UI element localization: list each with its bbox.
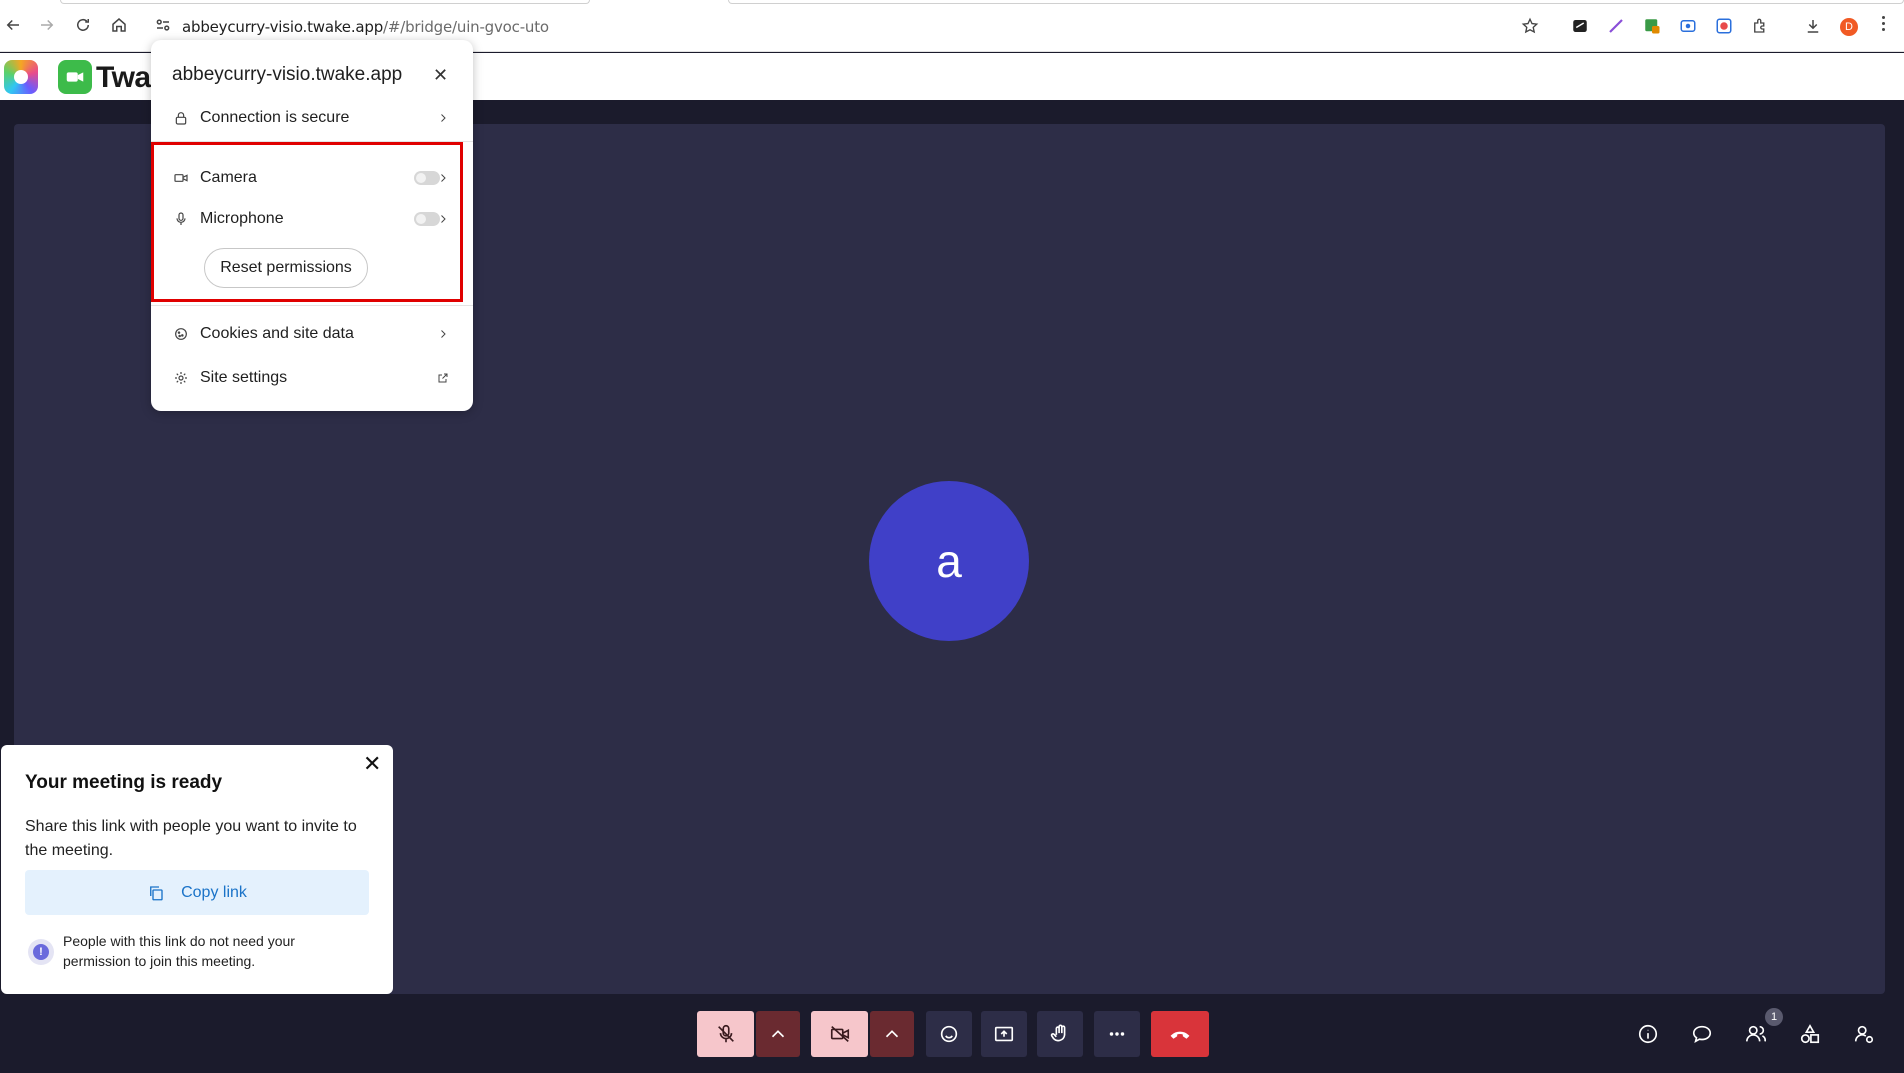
panel-description: Share this link with people you want to …	[25, 818, 357, 859]
site-settings-label: Site settings	[200, 369, 288, 386]
popup-close-button[interactable]: ✕	[433, 66, 448, 84]
url-path: /#/bridge/uin-gvoc-uto	[383, 18, 549, 36]
site-info-icon[interactable]	[152, 14, 174, 36]
participants-icon[interactable]	[1743, 1021, 1769, 1047]
connection-row[interactable]: Connection is secure	[172, 106, 452, 130]
cookies-row[interactable]: Cookies and site data	[172, 322, 452, 346]
copy-link-button[interactable]: Copy link	[25, 870, 369, 915]
raise-hand-button[interactable]	[1037, 1011, 1083, 1057]
microphone-label: Microphone	[200, 210, 284, 227]
tab-edge	[728, 0, 1904, 4]
chevron-right-icon	[434, 325, 452, 343]
copy-link-label: Copy link	[181, 883, 247, 901]
share-screen-button[interactable]	[981, 1011, 1027, 1057]
browser-menu-icon[interactable]	[1882, 16, 1885, 31]
camera-off-icon	[830, 1026, 849, 1042]
screenshot-extension-icon[interactable]	[1714, 16, 1734, 36]
hand-icon	[1050, 1024, 1066, 1042]
screen-share-icon	[994, 1026, 1014, 1042]
camera-label: Camera	[200, 169, 257, 186]
microphone-off-icon	[717, 1024, 734, 1043]
meeting-ready-panel: Your meeting is ready ✕ Share this link …	[1, 745, 393, 994]
microphone-permission-row[interactable]: Microphone	[172, 207, 452, 231]
reset-permissions-button[interactable]: Reset permissions	[204, 248, 368, 288]
panel-title: Your meeting is ready	[25, 772, 223, 793]
cookie-icon	[172, 325, 190, 343]
copy-icon	[150, 885, 163, 900]
phone-hangup-icon	[1170, 1031, 1190, 1039]
site-settings-row[interactable]: Site settings	[172, 366, 452, 390]
microphone-muted-button[interactable]	[697, 1011, 754, 1057]
smiley-icon	[940, 1025, 958, 1043]
download-icon[interactable]	[1803, 16, 1823, 36]
url-host: abbeycurry-visio.twake.app	[182, 18, 384, 36]
meeting-info-icon[interactable]	[1635, 1021, 1661, 1047]
forward-icon[interactable]	[36, 14, 58, 36]
lock-icon	[172, 109, 190, 127]
camera-icon	[172, 169, 190, 187]
tab-edge	[60, 0, 590, 4]
popup-host: abbeycurry-visio.twake.app	[172, 64, 403, 85]
chevron-right-icon	[434, 210, 452, 228]
cookies-label: Cookies and site data	[200, 325, 354, 342]
app-launcher-logo[interactable]	[4, 60, 38, 94]
microphone-icon	[172, 210, 190, 228]
camera-off-button[interactable]	[811, 1011, 868, 1057]
panel-close-button[interactable]: ✕	[363, 753, 381, 775]
admin-user-icon[interactable]	[1851, 1021, 1877, 1047]
permission-note: People with this link do not need your p…	[63, 933, 295, 969]
gear-icon	[172, 369, 190, 387]
site-info-popup: abbeycurry-visio.twake.app ✕ Connection …	[151, 40, 473, 411]
participant-avatar: a	[869, 481, 1029, 641]
more-dots-icon	[1109, 1032, 1125, 1036]
popup-divider	[151, 305, 473, 306]
profile-avatar[interactable]: D	[1840, 18, 1858, 36]
chat-icon[interactable]	[1689, 1021, 1715, 1047]
back-icon[interactable]	[2, 14, 24, 36]
connection-label: Connection is secure	[200, 109, 350, 126]
chevron-right-icon	[434, 109, 452, 127]
sheet-extension-icon[interactable]	[1642, 16, 1662, 36]
chevron-up-icon	[885, 1030, 899, 1038]
camera-permission-row[interactable]: Camera	[172, 166, 452, 190]
capture-extension-icon[interactable]	[1678, 16, 1698, 36]
twake-camera-icon	[58, 60, 92, 94]
more-options-button[interactable]	[1094, 1011, 1140, 1057]
participant-count-badge: 1	[1765, 1008, 1783, 1026]
hang-up-button[interactable]	[1151, 1011, 1209, 1057]
microphone-options-button[interactable]	[756, 1011, 800, 1057]
camera-options-button[interactable]	[870, 1011, 914, 1057]
info-symbol: !	[33, 944, 49, 960]
app-name: Twal	[96, 61, 159, 94]
chevron-right-icon	[434, 169, 452, 187]
home-icon[interactable]	[108, 14, 130, 36]
address-bar[interactable]: abbeycurry-visio.twake.app/#/bridge/uin-…	[182, 18, 549, 36]
pen-extension-icon[interactable]	[1606, 16, 1626, 36]
reactions-button[interactable]	[926, 1011, 972, 1057]
info-icon: !	[28, 939, 54, 965]
extensions-puzzle-icon[interactable]	[1750, 16, 1770, 36]
extension-icon[interactable]	[1570, 16, 1590, 36]
activities-shapes-icon[interactable]	[1797, 1021, 1823, 1047]
reload-icon[interactable]	[72, 14, 94, 36]
bookmark-star-icon[interactable]	[1520, 16, 1540, 36]
chevron-up-icon	[771, 1030, 785, 1038]
external-link-icon	[434, 369, 452, 387]
